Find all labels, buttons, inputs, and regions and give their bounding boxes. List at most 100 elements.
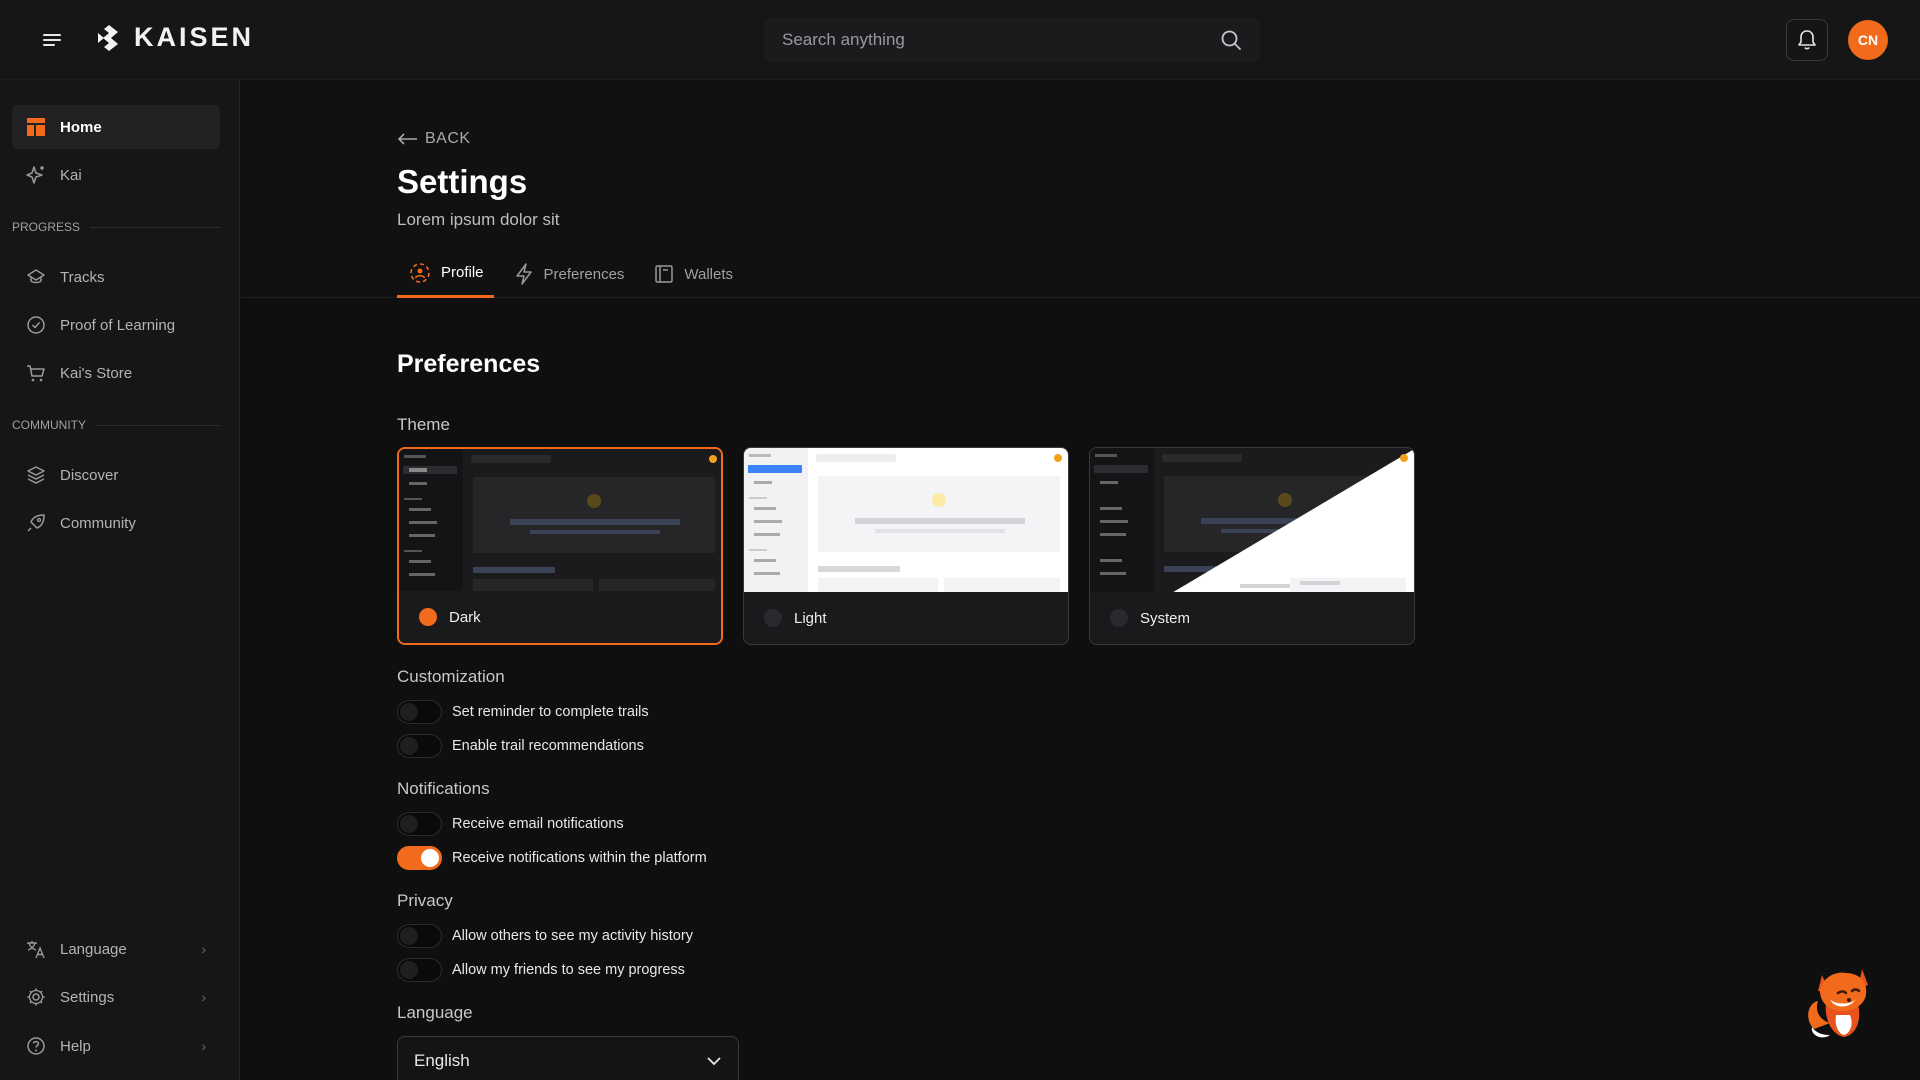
chevron-right-icon: › bbox=[201, 989, 206, 1005]
avatar[interactable]: CN bbox=[1848, 20, 1888, 60]
cart-icon bbox=[27, 365, 45, 382]
email-notifications-toggle[interactable] bbox=[397, 812, 442, 836]
chevron-down-icon bbox=[707, 1057, 721, 1066]
sidebar-item-kais-store[interactable]: Kai's Store bbox=[12, 351, 220, 395]
chevron-right-icon: › bbox=[201, 1038, 206, 1054]
theme-option-system[interactable]: System bbox=[1089, 447, 1415, 645]
theme-label: Theme bbox=[397, 415, 450, 434]
profile-icon bbox=[410, 262, 430, 283]
theme-option-dark[interactable]: Dark bbox=[397, 447, 723, 645]
tab-profile[interactable]: Profile bbox=[397, 260, 494, 298]
toggle-row-recommendations: Enable trail recommendations bbox=[397, 734, 644, 758]
recommendations-toggle[interactable] bbox=[397, 734, 442, 758]
section-label-progress: PROGRESS bbox=[12, 220, 220, 234]
notifications-button[interactable] bbox=[1786, 19, 1828, 61]
tab-preferences[interactable]: Preferences bbox=[502, 260, 635, 298]
reminder-toggle[interactable] bbox=[397, 700, 442, 724]
tab-wallets[interactable]: Wallets bbox=[642, 260, 743, 298]
section-label-community: COMMUNITY bbox=[12, 418, 220, 432]
app-logo[interactable]: KAISEN bbox=[94, 22, 254, 53]
theme-preview-dark bbox=[399, 449, 721, 595]
sidebar-item-label: Kai's Store bbox=[60, 364, 133, 382]
sidebar-item-community[interactable]: Community bbox=[12, 501, 220, 545]
theme-option-label: Dark bbox=[449, 608, 481, 626]
fox-mascot-icon bbox=[1808, 969, 1868, 1038]
preferences-title: Preferences bbox=[397, 350, 541, 378]
menu-icon[interactable] bbox=[38, 28, 66, 52]
back-label: BACK bbox=[425, 130, 471, 147]
page-subtitle: Lorem ipsum dolor sit bbox=[397, 210, 560, 229]
layers-icon bbox=[27, 269, 45, 284]
sidebar-item-home[interactable]: Home bbox=[12, 105, 220, 149]
tab-label: Profile bbox=[441, 264, 484, 281]
activity-history-toggle[interactable] bbox=[397, 924, 442, 948]
platform-notifications-toggle[interactable] bbox=[397, 846, 442, 870]
privacy-label: Privacy bbox=[397, 891, 453, 910]
top-bar: KAISEN CN bbox=[0, 0, 1920, 80]
theme-option-label: Light bbox=[794, 609, 827, 627]
sidebar-item-label: Settings bbox=[60, 988, 115, 1006]
back-link[interactable]: BACK bbox=[397, 130, 471, 148]
help-icon bbox=[27, 1037, 45, 1055]
search-box[interactable] bbox=[764, 18, 1260, 62]
friends-progress-toggle[interactable] bbox=[397, 958, 442, 982]
toggle-row-activity: Allow others to see my activity history bbox=[397, 924, 693, 948]
toggle-label: Set reminder to complete trails bbox=[452, 704, 649, 720]
sidebar-item-discover[interactable]: Discover bbox=[12, 453, 220, 497]
chevron-right-icon: › bbox=[201, 941, 206, 957]
toggle-label: Allow my friends to see my progress bbox=[452, 962, 685, 978]
search-input[interactable] bbox=[782, 30, 1220, 50]
theme-preview-light bbox=[744, 448, 1068, 594]
fox-mascot-button[interactable] bbox=[1800, 955, 1880, 1045]
sidebar-item-label: Tracks bbox=[60, 268, 105, 286]
theme-preview-system bbox=[1090, 448, 1414, 594]
lightning-icon bbox=[515, 263, 532, 285]
theme-radio[interactable] bbox=[764, 609, 782, 627]
app-name: KAISEN bbox=[134, 22, 255, 52]
toggle-row-reminder: Set reminder to complete trails bbox=[397, 700, 649, 724]
sidebar-item-label: Help bbox=[60, 1037, 91, 1055]
check-circle-icon bbox=[27, 316, 45, 334]
language-label: Language bbox=[397, 1003, 473, 1022]
translate-icon bbox=[27, 941, 45, 959]
sidebar-item-label: Language bbox=[60, 940, 127, 958]
search-icon[interactable] bbox=[1220, 29, 1242, 51]
sidebar-item-label: Home bbox=[60, 118, 102, 136]
theme-option-label: System bbox=[1140, 609, 1191, 627]
theme-footer: Dark bbox=[399, 591, 721, 643]
sidebar-item-settings[interactable]: Settings › bbox=[12, 975, 220, 1019]
sidebar-item-tracks[interactable]: Tracks bbox=[12, 255, 220, 299]
sidebar-item-proof-of-learning[interactable]: Proof of Learning bbox=[12, 303, 220, 347]
toggle-label: Receive email notifications bbox=[452, 816, 624, 832]
sidebar-item-language[interactable]: Language › bbox=[12, 927, 220, 971]
sidebar-item-label: Community bbox=[60, 514, 136, 532]
customization-label: Customization bbox=[397, 667, 505, 686]
toggle-label: Allow others to see my activity history bbox=[452, 928, 693, 944]
toggle-row-email: Receive email notifications bbox=[397, 812, 624, 836]
kaisen-logo-icon bbox=[98, 24, 118, 51]
notifications-label: Notifications bbox=[397, 779, 490, 798]
toggle-label: Receive notifications within the platfor… bbox=[452, 850, 707, 866]
toggle-row-progress: Allow my friends to see my progress bbox=[397, 958, 685, 982]
gear-icon bbox=[27, 988, 45, 1006]
rocket-icon bbox=[27, 514, 45, 532]
theme-footer: System bbox=[1090, 592, 1414, 644]
language-value: English bbox=[414, 1051, 470, 1070]
home-icon bbox=[27, 118, 45, 136]
sidebar-item-label: Discover bbox=[60, 466, 119, 484]
stack-icon bbox=[27, 466, 45, 484]
toggle-label: Enable trail recommendations bbox=[452, 738, 644, 754]
sidebar-item-help[interactable]: Help › bbox=[12, 1024, 220, 1068]
settings-tabs: Profile Preferences Wallets bbox=[397, 260, 751, 298]
theme-radio[interactable] bbox=[1110, 609, 1128, 627]
language-select[interactable]: English bbox=[397, 1036, 739, 1080]
sidebar-item-kai[interactable]: Kai bbox=[12, 153, 220, 197]
theme-option-light[interactable]: Light bbox=[743, 447, 1069, 645]
toggle-row-platform: Receive notifications within the platfor… bbox=[397, 846, 707, 870]
wallet-icon bbox=[655, 265, 674, 283]
sidebar-item-label: Proof of Learning bbox=[60, 316, 176, 334]
bell-icon bbox=[1798, 30, 1816, 50]
tab-label: Preferences bbox=[543, 265, 625, 283]
theme-radio[interactable] bbox=[419, 608, 437, 626]
arrow-left-icon bbox=[397, 133, 417, 145]
